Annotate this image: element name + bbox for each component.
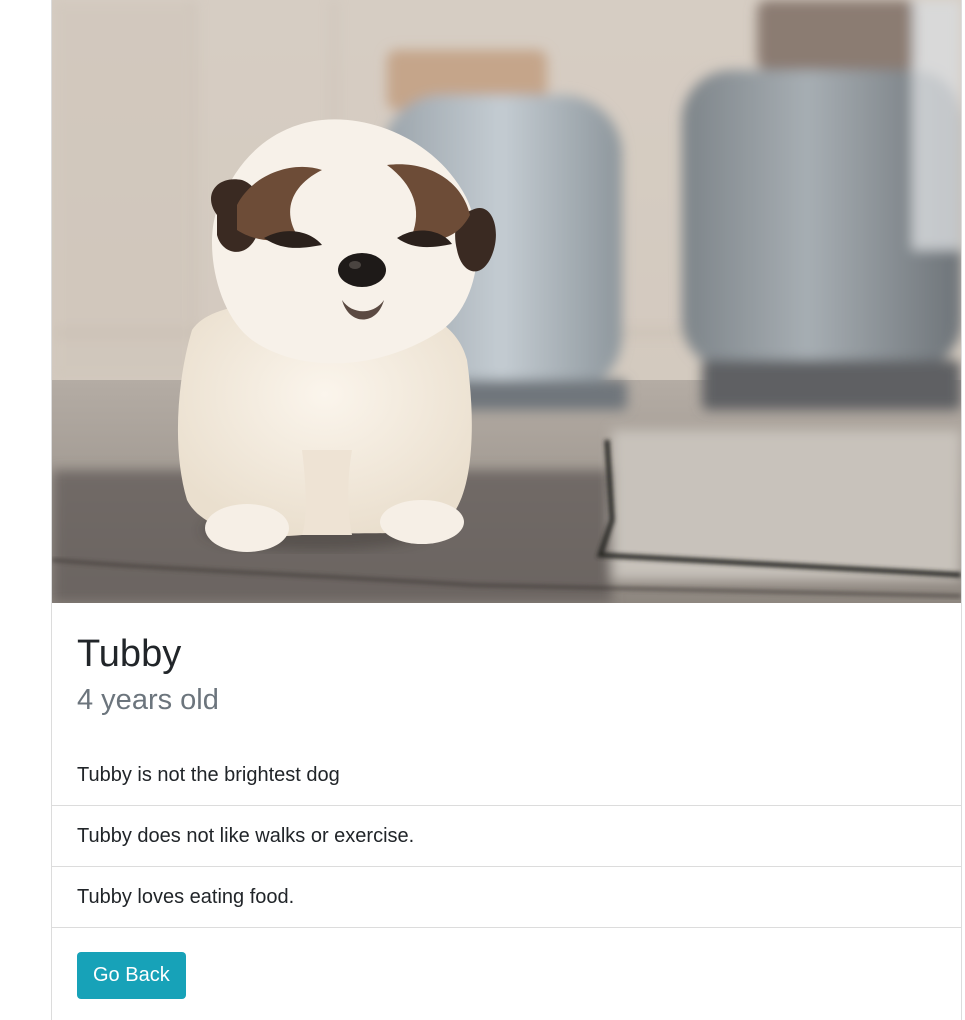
list-item: Tubby does not like walks or exercise. <box>52 806 961 867</box>
dog-card: Tubby 4 years old Tubby is not the brigh… <box>51 0 962 1020</box>
list-item: Tubby is not the brightest dog <box>52 745 961 806</box>
card-footer: Go Back <box>77 952 186 999</box>
dog-name: Tubby <box>77 633 182 675</box>
dog-photo <box>52 0 961 603</box>
card-body: Tubby 4 years old <box>77 628 937 720</box>
go-back-button[interactable]: Go Back <box>77 952 186 999</box>
list-item: Tubby loves eating food. <box>52 867 961 928</box>
page: Tubby 4 years old Tubby is not the brigh… <box>0 0 965 1020</box>
facts-list: Tubby is not the brightest dog Tubby doe… <box>52 745 961 928</box>
dog-age: 4 years old <box>77 684 219 716</box>
